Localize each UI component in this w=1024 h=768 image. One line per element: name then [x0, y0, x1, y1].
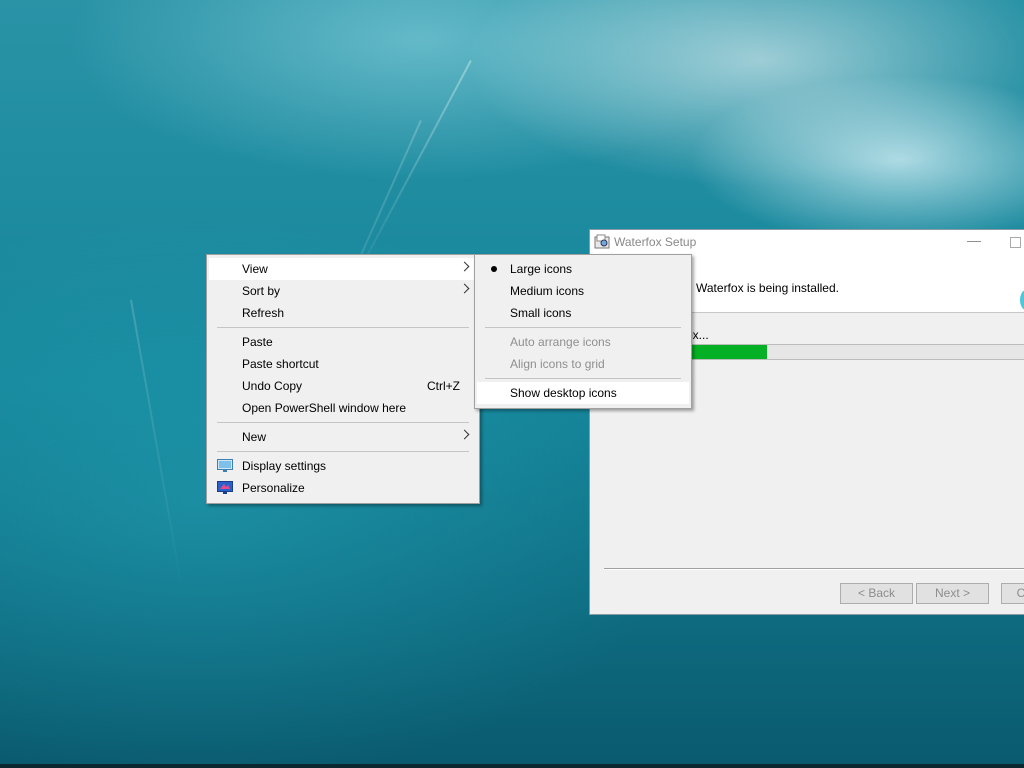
submenu-item-auto-arrange[interactable]: Auto arrange icons	[477, 331, 689, 353]
view-submenu: Large icons Medium icons Small icons Aut…	[474, 254, 692, 409]
menu-item-personalize[interactable]: Personalize	[209, 477, 477, 499]
installer-icon	[594, 234, 610, 249]
menu-item-label: Refresh	[242, 306, 285, 320]
menu-item-refresh[interactable]: Refresh	[209, 302, 477, 324]
install-progress-bar	[676, 344, 1024, 360]
menu-item-label: Display settings	[242, 459, 327, 473]
menu-item-label: Personalize	[242, 481, 305, 495]
submenu-item-large-icons[interactable]: Large icons	[477, 258, 689, 280]
cancel-button[interactable]: C	[1001, 583, 1024, 604]
next-button[interactable]: Next >	[916, 583, 989, 604]
menu-item-view[interactable]: View	[209, 258, 477, 280]
menu-item-label: Show desktop icons	[510, 386, 617, 400]
personalize-icon	[217, 481, 233, 494]
submenu-item-medium-icons[interactable]: Medium icons	[477, 280, 689, 302]
taskbar-edge	[0, 764, 1024, 768]
menu-item-paste[interactable]: Paste	[209, 331, 477, 353]
maximize-button[interactable]	[1010, 237, 1021, 248]
menu-item-label: Paste shortcut	[242, 357, 319, 371]
menu-separator	[217, 327, 469, 328]
menu-item-label: Auto arrange icons	[510, 335, 611, 349]
chevron-right-icon	[459, 261, 470, 272]
menu-item-label: Small icons	[510, 306, 572, 320]
chevron-right-icon	[459, 429, 470, 440]
menu-item-label: Large icons	[510, 262, 573, 276]
menu-item-sort-by[interactable]: Sort by	[209, 280, 477, 302]
display-icon	[217, 459, 233, 472]
setup-title: Waterfox Setup	[614, 235, 697, 249]
menu-item-label: Undo Copy	[242, 379, 303, 393]
menu-item-new[interactable]: New	[209, 426, 477, 448]
submenu-item-small-icons[interactable]: Small icons	[477, 302, 689, 324]
waterfox-logo-icon	[1020, 290, 1024, 310]
menu-separator	[485, 378, 681, 379]
setup-divider	[604, 568, 1024, 570]
menu-separator	[217, 422, 469, 423]
setup-titlebar[interactable]: Waterfox Setup —	[590, 230, 1024, 254]
menu-item-open-powershell[interactable]: Open PowerShell window here	[209, 397, 477, 419]
minimize-button[interactable]: —	[962, 232, 986, 252]
menu-item-label: Open PowerShell window here	[242, 401, 407, 415]
menu-item-label: New	[242, 430, 267, 444]
menu-item-label: Align icons to grid	[510, 357, 605, 371]
menu-item-label: Sort by	[242, 284, 281, 298]
menu-separator	[217, 451, 469, 452]
menu-item-paste-shortcut[interactable]: Paste shortcut	[209, 353, 477, 375]
menu-separator	[485, 327, 681, 328]
menu-item-display-settings[interactable]: Display settings	[209, 455, 477, 477]
light-ray	[130, 299, 185, 596]
menu-item-label: View	[242, 262, 268, 276]
back-button[interactable]: < Back	[840, 583, 913, 604]
menu-item-label: Medium icons	[510, 284, 585, 298]
submenu-item-show-desktop-icons[interactable]: Show desktop icons	[477, 382, 689, 404]
menu-item-shortcut: Ctrl+Z	[427, 379, 460, 393]
menu-item-undo-copy[interactable]: Undo Copy Ctrl+Z	[209, 375, 477, 397]
selected-bullet-icon	[491, 266, 497, 272]
menu-item-label: Paste	[242, 335, 273, 349]
setup-header-text: Waterfox is being installed.	[696, 281, 839, 295]
chevron-right-icon	[459, 283, 470, 294]
submenu-item-align-to-grid[interactable]: Align icons to grid	[477, 353, 689, 375]
desktop-context-menu: View Sort by Refresh Paste Paste shortcu…	[206, 254, 480, 504]
